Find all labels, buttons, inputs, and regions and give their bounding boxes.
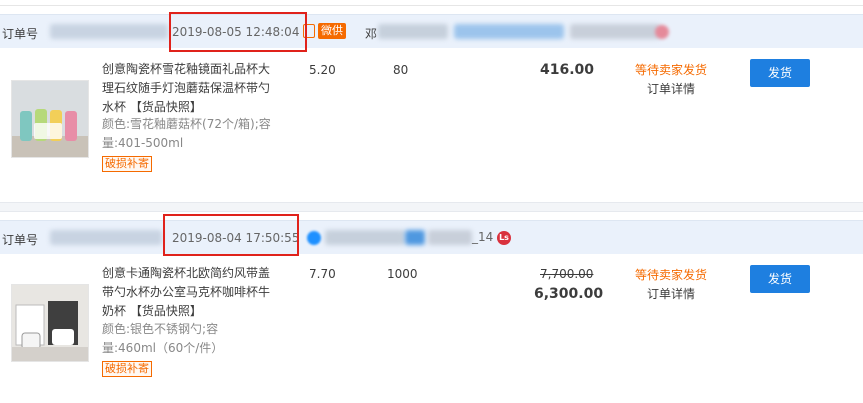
buyer-extra-redacted — [428, 230, 472, 245]
product-spec: 颜色:雪花釉蘑菇杯(72个/箱);容量:401-500ml — [102, 117, 271, 150]
order-detail-link[interactable]: 订单详情 — [647, 285, 695, 302]
order-total: 416.00 — [540, 62, 595, 78]
buyer-extra-redacted — [570, 24, 660, 39]
order-status: 等待卖家发货 — [635, 63, 708, 77]
damage-resend-tag: 破损补寄 — [102, 156, 152, 172]
damage-resend-tag: 破损补寄 — [102, 361, 152, 377]
order-number-label: 订单号 — [2, 233, 39, 247]
buyer-level-badge: Ls — [497, 231, 511, 245]
unit-price: 7.70 — [309, 267, 336, 281]
original-total: 7,700.00 — [540, 267, 594, 281]
order-header-2: 订单号 2019-08-04 17:50:55 _14 Ls — [0, 220, 863, 254]
order-status: 等待卖家发货 — [635, 268, 708, 282]
order-number-redacted — [50, 24, 168, 39]
product-title[interactable]: 创意陶瓷杯雪花釉镜面礼品杯大理石纹随手灯泡蘑菇保温杯带勺水杯 【货品快照】 — [102, 60, 280, 117]
mug-set-icon — [12, 81, 88, 157]
buyer-name-redacted — [325, 230, 405, 245]
buyer-avatar-icon — [307, 231, 321, 245]
time-highlight-box — [163, 214, 299, 256]
order-divider — [0, 202, 863, 212]
buyer-name-redacted — [378, 24, 448, 39]
order-number-redacted — [50, 230, 162, 245]
ship-button[interactable]: 发货 — [750, 59, 810, 87]
time-highlight-box — [169, 12, 307, 52]
product-thumbnail[interactable] — [11, 80, 89, 158]
buyer-name[interactable]: 邓 — [365, 25, 377, 42]
order-number-label: 订单号 — [2, 27, 39, 41]
buyer-suffix: _14 — [472, 230, 494, 244]
product-thumbnail[interactable] — [11, 284, 89, 362]
mug-boxes-icon — [12, 285, 88, 361]
product-title[interactable]: 创意卡通陶瓷杯北欧简约风带盖带勺水杯办公室马克杯咖啡杯牛奶杯 【货品快照】 — [102, 264, 280, 321]
buyer-id-redacted — [405, 230, 425, 245]
order-header-1: 订单号 2019-08-05 12:48:04 微供 邓 — [0, 14, 863, 48]
quantity: 80 — [393, 63, 409, 77]
order-row-1: 创意陶瓷杯雪花釉镜面礼品杯大理石纹随手灯泡蘑菇保温杯带勺水杯 【货品快照】 颜色… — [0, 58, 863, 198]
buyer-avatar-icon — [655, 25, 669, 39]
product-spec: 颜色:银色不锈钢勺;容量:460ml（60个/件） — [102, 322, 224, 355]
quantity: 1000 — [387, 267, 418, 281]
channel-badge: 微供 — [318, 23, 346, 39]
order-total: 6,300.00 — [534, 286, 604, 302]
order-detail-link[interactable]: 订单详情 — [647, 80, 695, 97]
order-row-2: 创意卡通陶瓷杯北欧简约风带盖带勺水杯办公室马克杯咖啡杯牛奶杯 【货品快照】 颜色… — [0, 264, 863, 403]
top-border — [0, 0, 863, 6]
ship-button[interactable]: 发货 — [750, 265, 810, 293]
buyer-id-redacted — [454, 24, 564, 39]
unit-price: 5.20 — [309, 63, 336, 77]
